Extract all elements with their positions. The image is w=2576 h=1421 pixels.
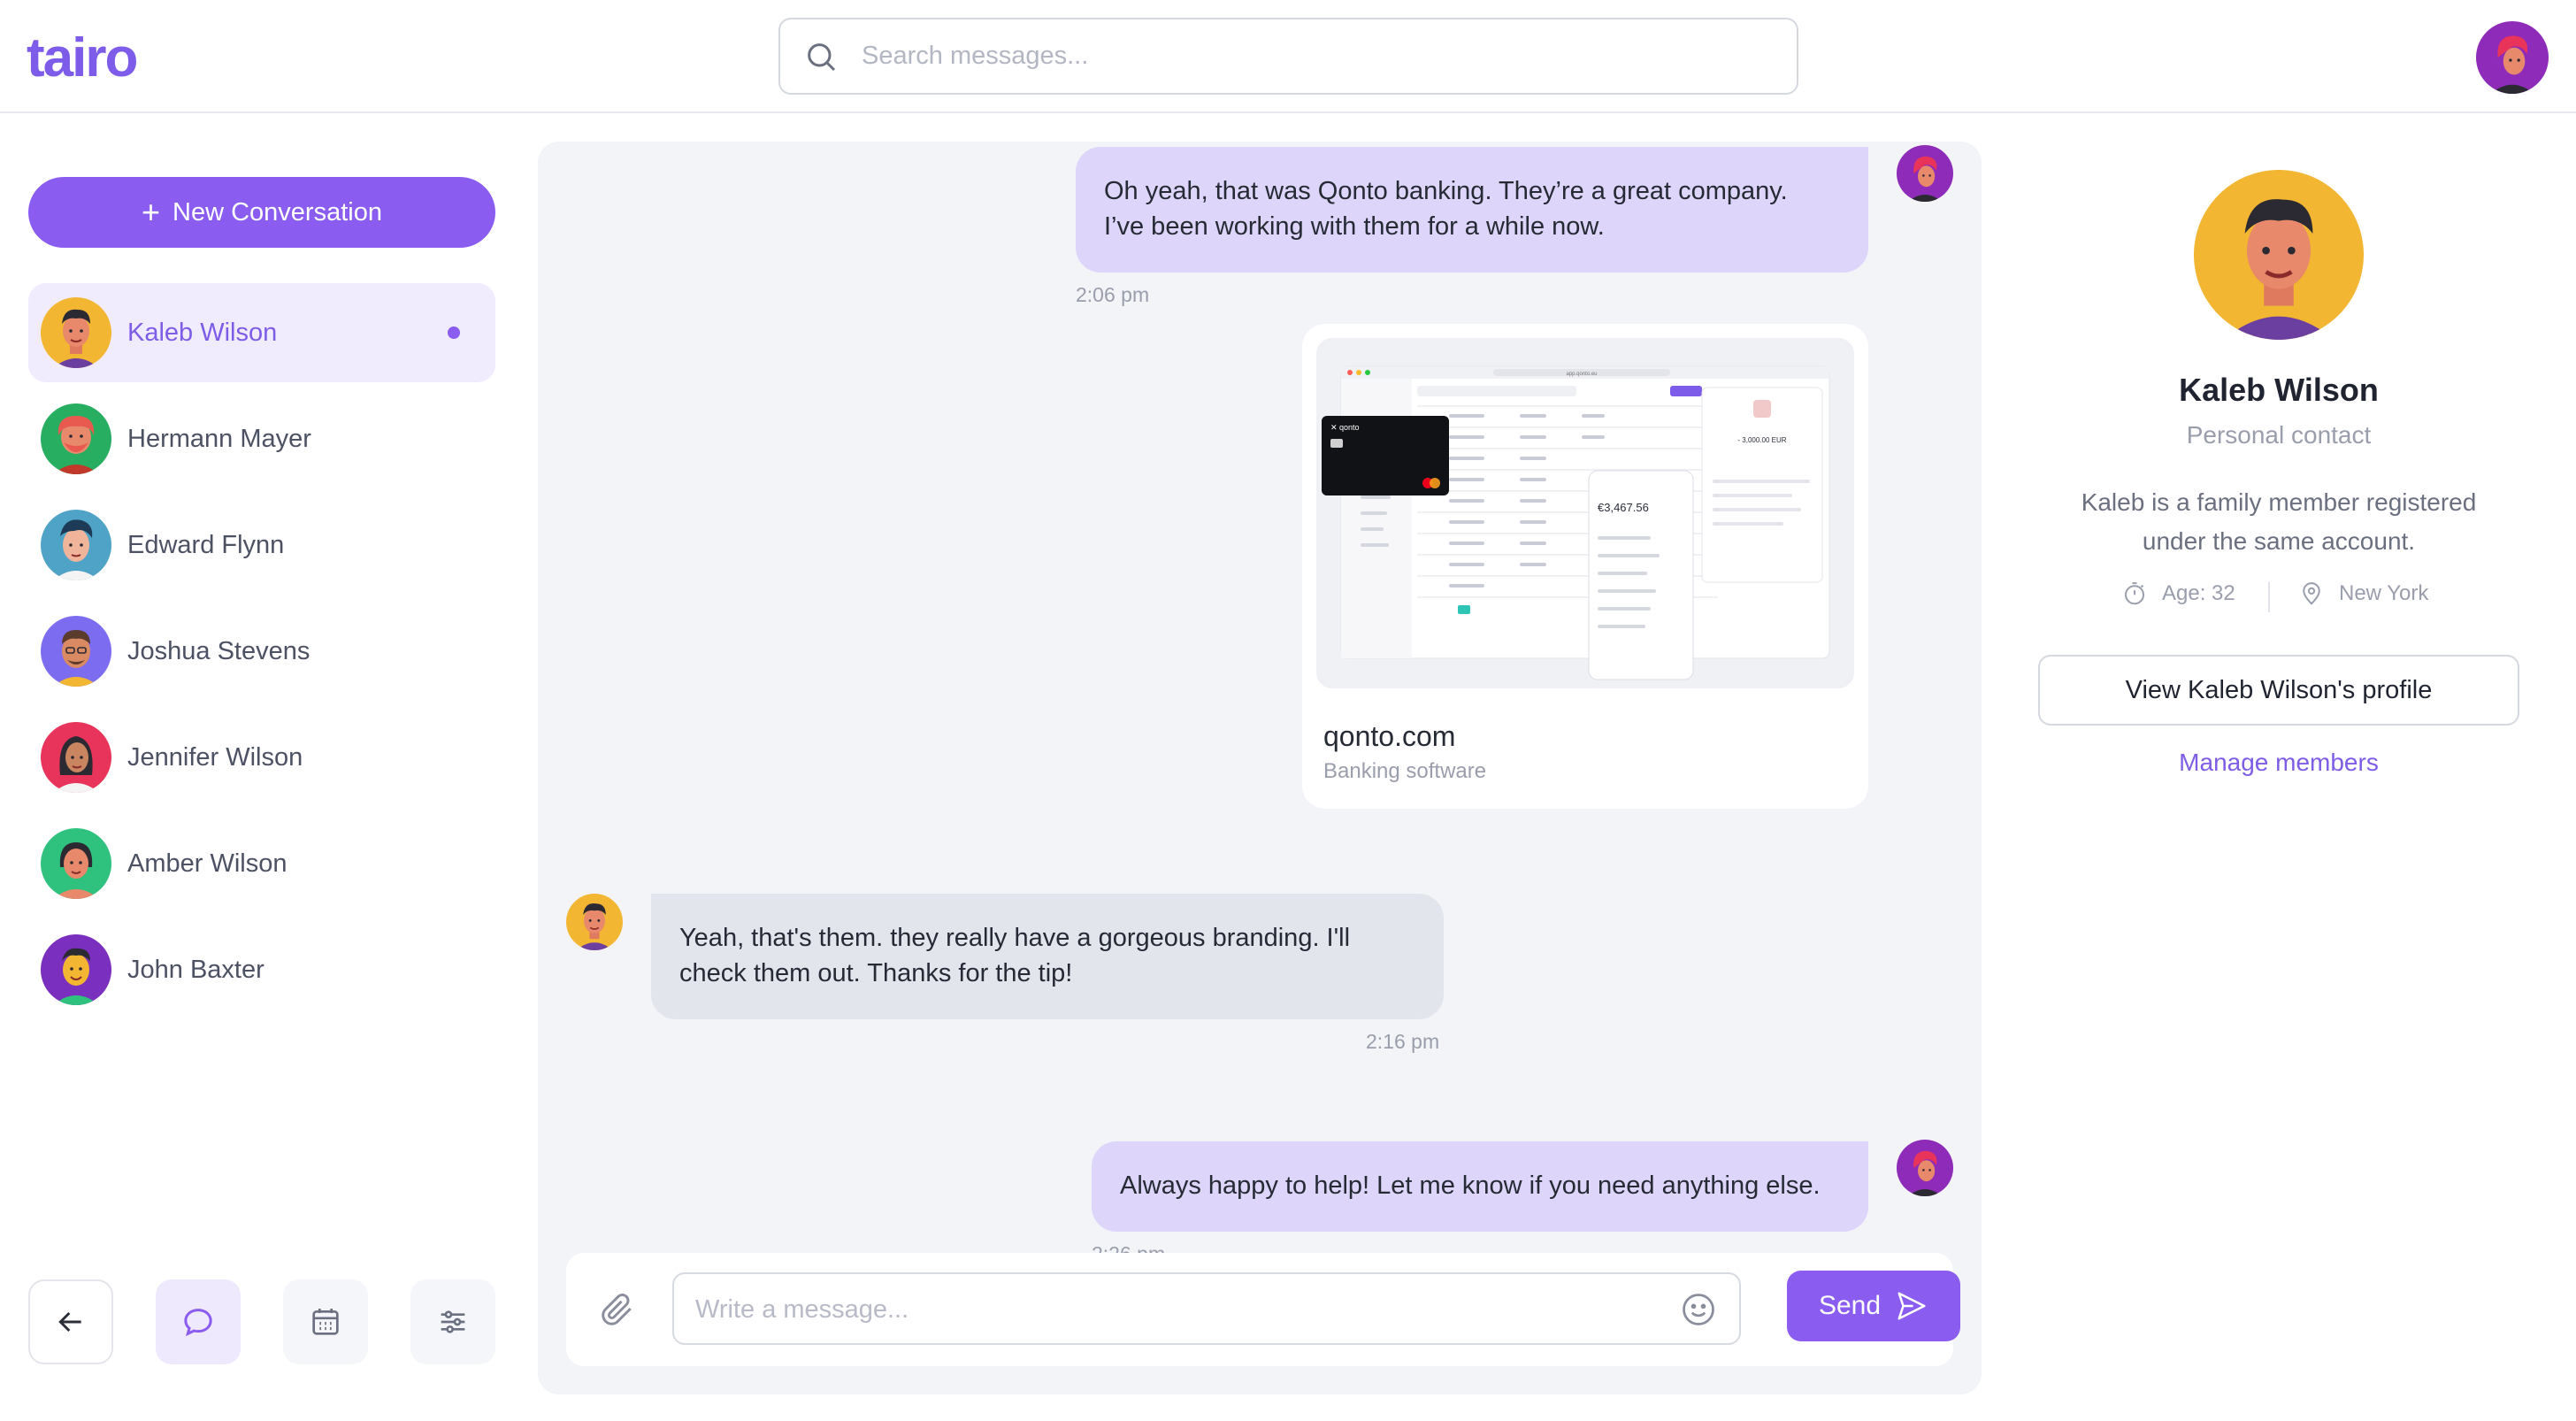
contact-name: Kaleb Wilson bbox=[127, 318, 278, 347]
profile-description-line: Kaleb is a family member registered bbox=[2081, 488, 2477, 516]
message-composer: Send bbox=[566, 1253, 1960, 1366]
message-bubble-outgoing: Always happy to help! Let me know if you… bbox=[1092, 1141, 1868, 1232]
new-conversation-button[interactable]: + New Conversation bbox=[28, 177, 495, 248]
chat-icon bbox=[184, 1309, 212, 1337]
preview-card-brand: ✕ qonto bbox=[1330, 423, 1360, 432]
unread-dot-icon bbox=[448, 326, 460, 339]
profile-location: New York bbox=[2298, 580, 2428, 607]
avatar bbox=[41, 403, 111, 474]
top-header: tairo bbox=[0, 0, 2576, 113]
message-text: Always happy to help! Let me know if you… bbox=[1120, 1171, 1821, 1200]
contact-item-jennifer-wilson[interactable]: Jennifer Wilson bbox=[28, 708, 495, 807]
new-conversation-label: New Conversation bbox=[172, 197, 382, 227]
settings-nav-button[interactable] bbox=[410, 1279, 495, 1364]
contact-item-amber-wilson[interactable]: Amber Wilson bbox=[28, 814, 495, 913]
avatar bbox=[41, 934, 111, 1005]
location-pin-icon bbox=[2303, 582, 2320, 605]
contact-item-edward-flynn[interactable]: Edward Flynn bbox=[28, 495, 495, 595]
message-bubble-outgoing: Oh yeah, that was Qonto banking. They’re… bbox=[1076, 147, 1868, 273]
emoji-icon[interactable] bbox=[1679, 1290, 1718, 1329]
message-time: 2:06 pm bbox=[1076, 283, 1150, 306]
profile-description-line: under the same account. bbox=[2142, 527, 2416, 555]
message-text: Yeah, that's them. they really have a go… bbox=[679, 924, 1351, 952]
avatar bbox=[41, 297, 111, 368]
profile-description: Kaleb is a family member registered unde… bbox=[2035, 483, 2523, 561]
contact-item-joshua-stevens[interactable]: Joshua Stevens bbox=[28, 602, 495, 701]
link-domain: qonto.com bbox=[1323, 720, 1456, 752]
calendar-nav-button[interactable] bbox=[283, 1279, 368, 1364]
link-preview-image: app.qonto.eu ✕ qonto €3,467.56 - 3,000.0… bbox=[1316, 338, 1854, 688]
message-bubble-incoming: Yeah, that's them. they really have a go… bbox=[651, 894, 1444, 1019]
contact-name: John Baxter bbox=[127, 955, 264, 984]
logo-text: tairo bbox=[27, 27, 138, 88]
message-text: Oh yeah, that was Qonto banking. They’re… bbox=[1104, 177, 1788, 205]
view-profile-button[interactable]: View Kaleb Wilson's profile bbox=[2038, 655, 2519, 726]
search-bar[interactable] bbox=[778, 18, 1798, 95]
calendar-icon bbox=[312, 1309, 339, 1335]
send-button[interactable]: Send bbox=[1787, 1271, 1960, 1341]
arrow-left-icon bbox=[58, 1311, 81, 1333]
contact-name: Jennifer Wilson bbox=[127, 742, 303, 772]
message-text: check them out. Thanks for the tip! bbox=[679, 959, 1073, 987]
avatar bbox=[41, 828, 111, 899]
paperclip-icon[interactable] bbox=[598, 1290, 637, 1329]
message-input-field[interactable] bbox=[672, 1272, 1741, 1345]
preview-balance: €3,467.56 bbox=[1598, 501, 1649, 514]
message-input[interactable] bbox=[695, 1292, 1668, 1327]
search-icon bbox=[808, 42, 836, 71]
sliders-icon bbox=[441, 1310, 465, 1333]
avatar bbox=[41, 616, 111, 687]
contact-name: Edward Flynn bbox=[127, 530, 285, 559]
profile-age: Age: 32 bbox=[2121, 580, 2235, 607]
contact-name: Amber Wilson bbox=[127, 849, 288, 878]
profile-name: Kaleb Wilson bbox=[2179, 372, 2379, 408]
chat-panel: Oh yeah, that was Qonto banking. They’re… bbox=[538, 142, 1982, 1394]
chat-nav-button[interactable] bbox=[156, 1279, 241, 1364]
stopwatch-icon bbox=[2125, 582, 2144, 605]
age-label: Age: 32 bbox=[2162, 581, 2235, 605]
link-preview-card[interactable]: app.qonto.eu ✕ qonto €3,467.56 - 3,000.0… bbox=[1302, 324, 1868, 809]
message-text: I’ve been working with them for a while … bbox=[1104, 212, 1605, 241]
preview-url: app.qonto.eu bbox=[1566, 372, 1597, 377]
contact-item-hermann-mayer[interactable]: Hermann Mayer bbox=[28, 389, 495, 488]
contact-name: Joshua Stevens bbox=[127, 636, 310, 665]
profile-avatar bbox=[2194, 170, 2364, 340]
search-input[interactable] bbox=[862, 42, 1746, 71]
send-label: Send bbox=[1818, 1291, 1882, 1320]
location-label: New York bbox=[2339, 581, 2429, 605]
user-avatar[interactable] bbox=[2476, 21, 2549, 94]
back-button[interactable] bbox=[28, 1279, 113, 1364]
manage-members-link[interactable]: Manage members bbox=[2035, 749, 2523, 777]
message-time: 2:16 pm bbox=[1366, 1030, 1440, 1053]
contact-item-kaleb-wilson[interactable]: Kaleb Wilson bbox=[28, 283, 495, 382]
preview-amount: - 3,000.00 EUR bbox=[1737, 436, 1786, 444]
message-avatar bbox=[1897, 145, 1953, 202]
tairo-logo[interactable]: tairo bbox=[27, 27, 138, 89]
avatar bbox=[41, 722, 111, 793]
link-description: Banking software bbox=[1323, 759, 1487, 783]
contact-item-john-baxter[interactable]: John Baxter bbox=[28, 920, 495, 1019]
contact-name: Hermann Mayer bbox=[127, 424, 311, 453]
avatar bbox=[41, 510, 111, 580]
plus-icon: + bbox=[142, 194, 161, 230]
meta-divider bbox=[2268, 582, 2270, 612]
message-avatar bbox=[1897, 1140, 1953, 1196]
send-icon bbox=[1898, 1292, 1926, 1320]
profile-subtitle: Personal contact bbox=[2186, 421, 2372, 449]
view-profile-label: View Kaleb Wilson's profile bbox=[2125, 675, 2433, 704]
message-avatar bbox=[566, 894, 623, 950]
